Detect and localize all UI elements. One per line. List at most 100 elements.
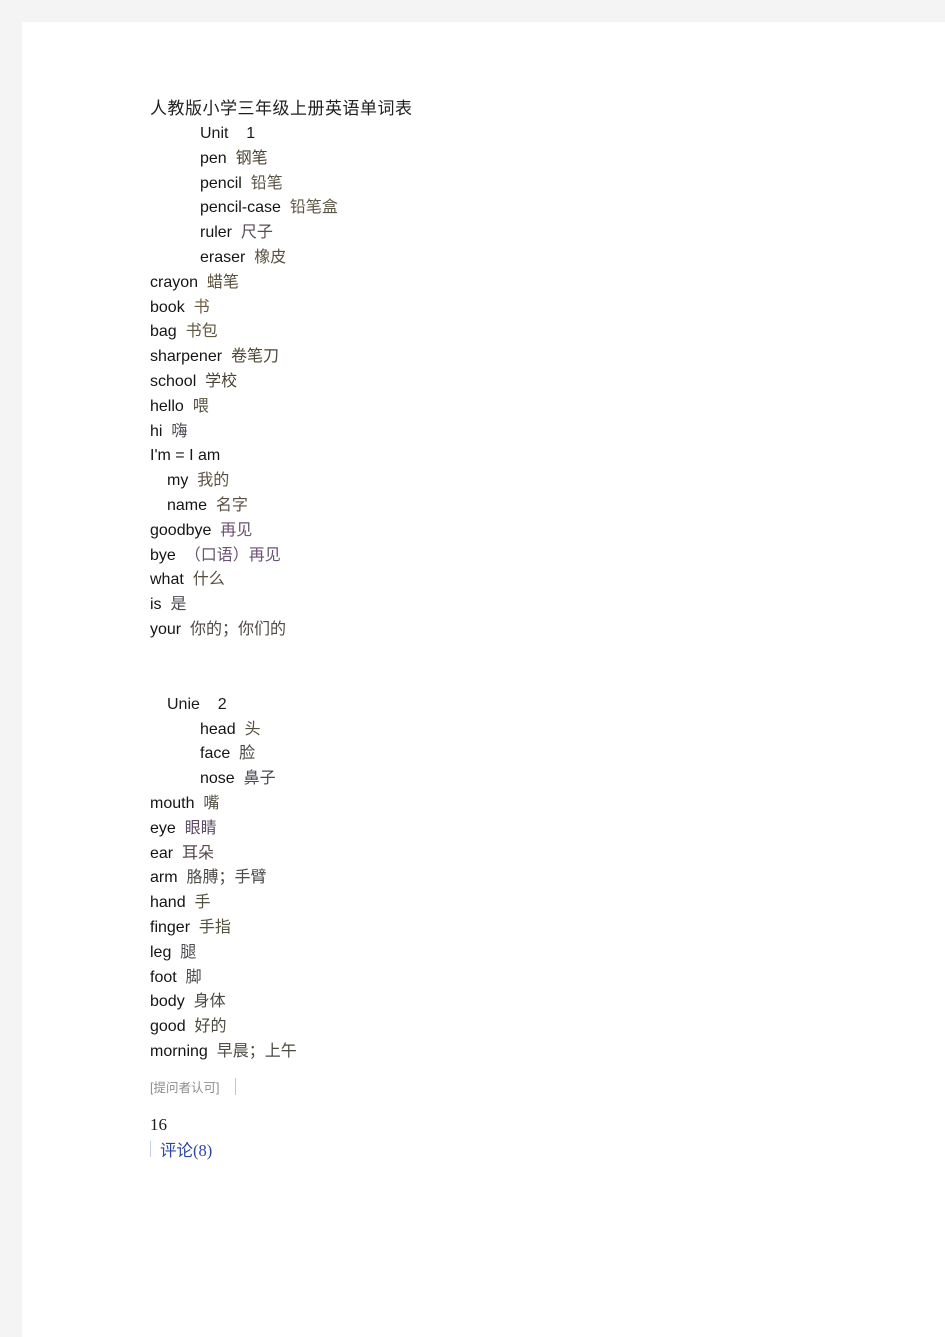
word-list-sections: Unit 1 pen 钢笔 pencil 铅笔 pencil-case 铅笔盒 rule… <box>150 122 850 1065</box>
vocab-chinese: 嗨 <box>171 422 188 440</box>
vocab-english: your <box>150 620 182 638</box>
vocab-chinese: 好的 <box>194 1018 227 1036</box>
vocab-chinese: 嘴 <box>203 794 220 812</box>
vocab-gap <box>227 150 236 167</box>
vocab-gap <box>235 770 244 787</box>
vocab-entry: hand 手 <box>150 891 850 916</box>
vocab-english: leg <box>150 943 172 961</box>
vocab-entry: ear 耳朵 <box>150 842 850 867</box>
unit-heading: Unie 2 <box>167 695 227 713</box>
vocab-english: school <box>150 372 197 390</box>
vocab-entry: what 什么 <box>150 568 850 593</box>
vocab-chinese: 眼睛 <box>184 819 217 837</box>
vocab-english: hand <box>150 894 186 912</box>
vocab-entry: is 是 <box>150 593 850 618</box>
vocab-english: pen <box>200 149 227 167</box>
vocab-gap <box>207 497 216 514</box>
vocab-chinese: 手 <box>194 894 211 912</box>
vocab-gap <box>184 398 193 415</box>
vocab-gap <box>232 224 241 241</box>
vocab-chinese: （口语）再见 <box>184 546 281 564</box>
vocab-gap <box>211 522 220 539</box>
vocab-entry: school 学校 <box>150 370 850 395</box>
vocab-chinese: 名字 <box>215 496 248 514</box>
approved-badge: [提问者认可] <box>150 1080 220 1095</box>
vocab-entry: good 好的 <box>150 1015 850 1040</box>
vocab-entry: bag 书包 <box>150 320 850 345</box>
vocab-entry: sharpener 卷笔刀 <box>150 345 850 370</box>
vocab-gap <box>196 373 205 390</box>
vocab-gap <box>162 423 171 440</box>
vocab-gap <box>171 944 180 961</box>
unit-heading: Unit 1 <box>200 125 256 142</box>
vocab-chinese: 蜡笔 <box>206 273 239 291</box>
vocab-chinese: 我的 <box>197 472 230 490</box>
page-frame-left-strip <box>0 0 22 1337</box>
vocab-entry: morning 早晨；上午 <box>150 1040 850 1065</box>
vocab-gap <box>185 299 194 316</box>
vocab-english: crayon <box>150 273 199 291</box>
vocab-chinese: 是 <box>170 596 187 614</box>
vocab-english: bye <box>150 546 176 564</box>
vocab-chinese: 铅笔 <box>250 174 283 192</box>
vocab-chinese: 什么 <box>192 571 225 589</box>
vocab-gap <box>185 993 194 1010</box>
vocab-entry: nose 鼻子 <box>150 767 850 792</box>
vocab-chinese: 早晨；上午 <box>216 1042 297 1060</box>
vocab-gap <box>222 348 231 365</box>
vocab-gap <box>176 547 185 564</box>
vocab-english: name <box>167 496 208 514</box>
vocab-chinese: 头 <box>244 720 261 738</box>
vocab-chinese: 喂 <box>192 397 209 415</box>
vocab-chinese: 你的；你们的 <box>190 620 287 638</box>
vocab-english: nose <box>200 770 235 788</box>
comment-link[interactable]: 评论(8) <box>160 1137 212 1161</box>
vocab-english: ear <box>150 844 174 862</box>
vocab-entry: hi 嗨 <box>150 420 850 445</box>
vocab-english: face <box>200 745 231 763</box>
vocab-english: sharpener <box>150 348 223 366</box>
vocab-entry: face 脸 <box>150 742 850 767</box>
vocab-english: hello <box>150 397 184 415</box>
vocab-gap <box>177 969 186 986</box>
vocab-gap <box>230 745 239 762</box>
vocab-chinese: 腿 <box>180 943 197 961</box>
vocab-entry: leg 腿 <box>150 941 850 966</box>
vocab-english: my <box>167 472 189 490</box>
vocab-entry: bye （口语）再见 <box>150 544 850 569</box>
vocab-gap <box>208 1043 217 1060</box>
vocab-chinese: 卷笔刀 <box>230 348 279 366</box>
vocab-chinese: 书包 <box>185 323 218 341</box>
vocab-chinese: 身体 <box>193 993 226 1011</box>
approved-row: [提问者认可] <box>150 1075 850 1097</box>
divider-bar-icon <box>150 1141 151 1157</box>
vocab-entry: pencil 铅笔 <box>150 172 850 197</box>
vocab-english: finger <box>150 918 191 936</box>
vocab-gap <box>198 274 207 291</box>
vocab-entry: head 头 <box>150 718 850 743</box>
answer-footer: [提问者认可] 16 评论(8) <box>150 1075 850 1161</box>
vocab-chinese: 橡皮 <box>254 248 287 266</box>
vocab-entry: finger 手指 <box>150 916 850 941</box>
document-title: 人教版小学三年级上册英语单词表 <box>150 99 413 118</box>
document-content: 人教版小学三年级上册英语单词表 Unit 1 pen 钢笔 pencil 铅笔 pen… <box>150 96 850 1065</box>
vocab-gap <box>242 175 251 192</box>
vocab-english: head <box>200 720 236 738</box>
vocab-english: pencil <box>200 174 242 192</box>
vocab-chinese: 耳朵 <box>182 844 215 862</box>
vocab-english: bag <box>150 323 177 341</box>
vocab-entry: book 书 <box>150 296 850 321</box>
vocab-gap <box>177 323 186 340</box>
vocab-chinese: 手指 <box>198 918 231 936</box>
vocab-chinese: 鼻子 <box>243 770 276 788</box>
vocab-entry: arm 胳膊；手臂 <box>150 866 850 891</box>
comment-row[interactable]: 评论(8) <box>150 1137 850 1161</box>
vocab-entry: name 名字 <box>150 494 850 519</box>
vocab-gap <box>184 571 193 588</box>
vocab-gap <box>190 919 199 936</box>
vocab-chinese: 尺子 <box>240 224 273 242</box>
vote-count: 16 <box>150 1115 167 1134</box>
vocab-english: good <box>150 1018 186 1036</box>
vocab-gap <box>245 249 254 266</box>
